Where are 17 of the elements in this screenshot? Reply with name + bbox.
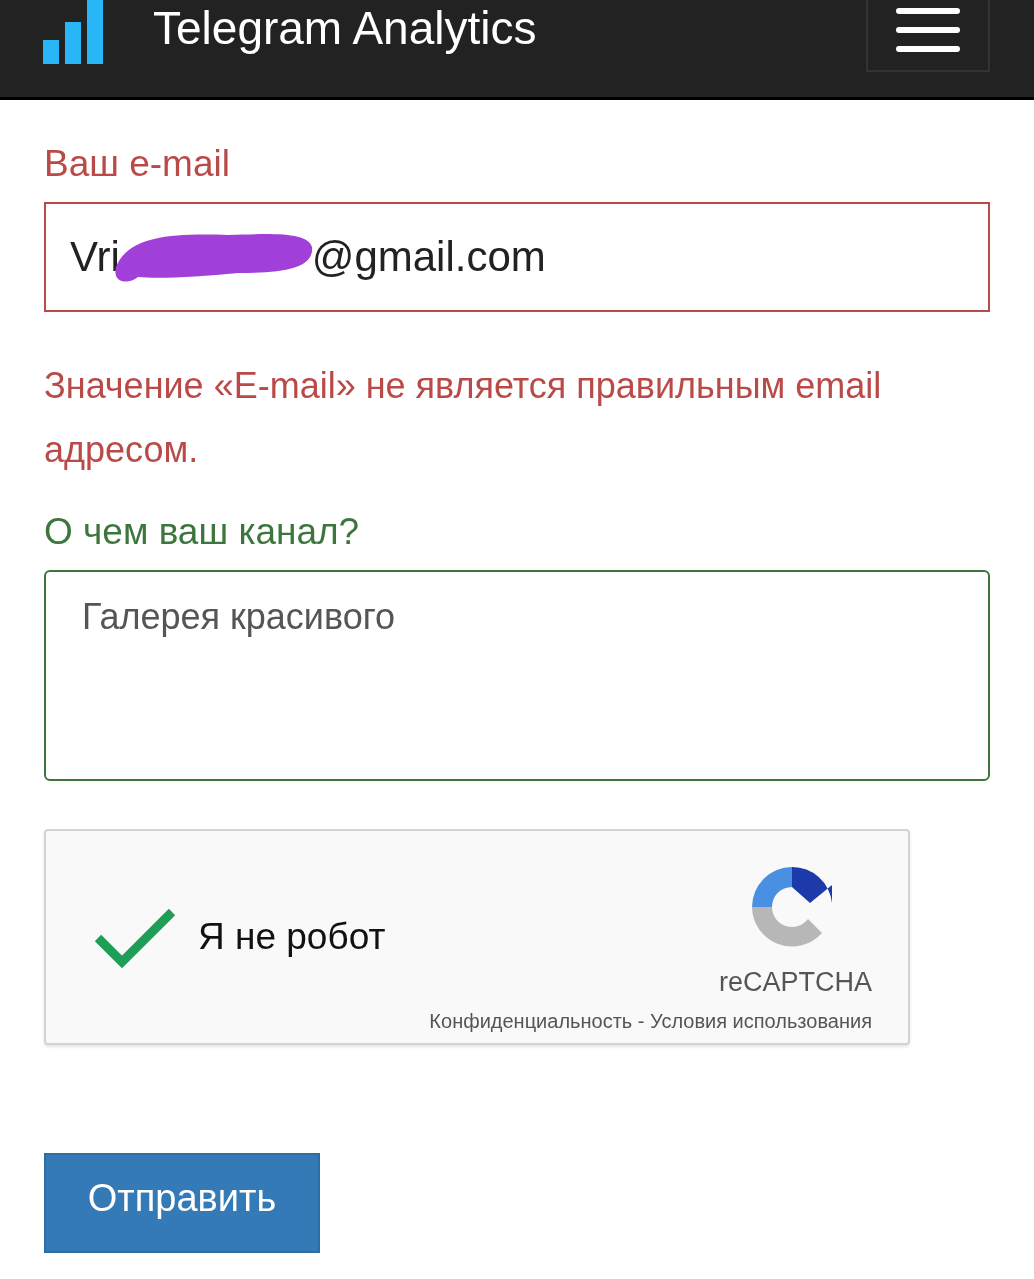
recaptcha-brand: reCAPTCHA bbox=[718, 967, 872, 998]
privacy-link[interactable]: Конфиденциальность bbox=[429, 1010, 633, 1032]
captcha-label: Я не робот bbox=[198, 916, 386, 958]
menu-button[interactable] bbox=[866, 0, 990, 72]
terms-link[interactable]: Условия использования bbox=[650, 1010, 872, 1032]
menu-icon bbox=[896, 8, 960, 52]
channel-description-field[interactable]: Галерея красивого bbox=[44, 570, 990, 781]
checkmark-icon[interactable] bbox=[94, 908, 176, 970]
email-field[interactable]: Vri @gmail.com bbox=[44, 202, 990, 312]
field-label: О чем ваш канал? bbox=[44, 510, 360, 554]
field-value: @gmail.com bbox=[311, 233, 546, 281]
site-title[interactable]: Telegram Analytics bbox=[153, 4, 537, 52]
field-value: Vri bbox=[70, 233, 120, 281]
link-separator: - bbox=[636, 1010, 646, 1032]
error-message: Значение «E-mail» не является правильным email адресом. bbox=[44, 364, 883, 472]
field-label: Ваш e-mail bbox=[44, 142, 230, 186]
submit-button[interactable]: Отправить bbox=[44, 1153, 320, 1253]
